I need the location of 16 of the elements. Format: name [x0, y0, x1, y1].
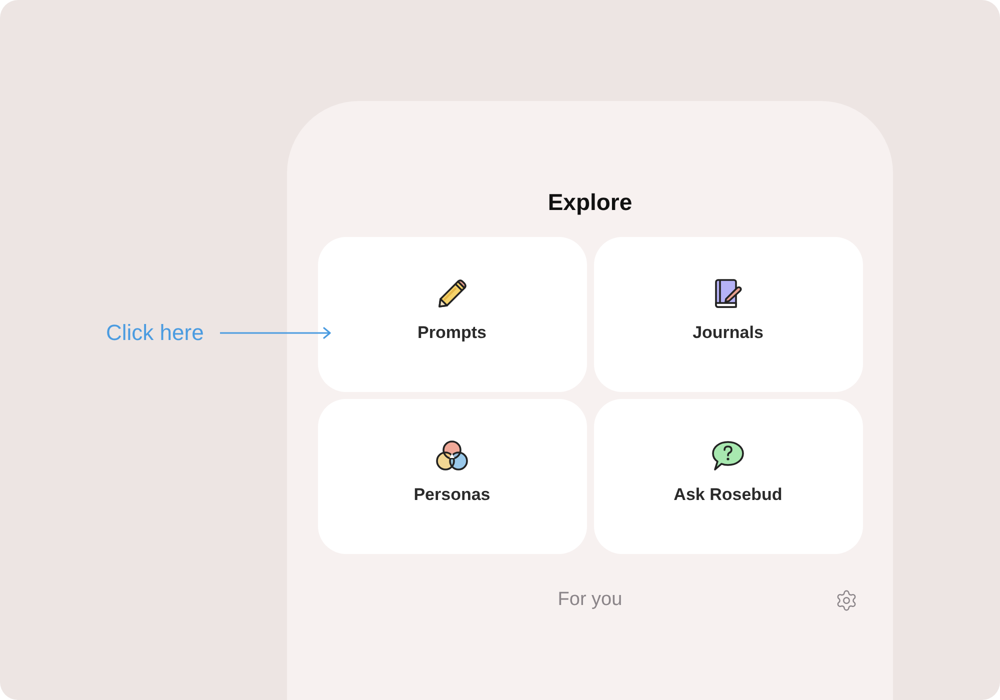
category-card[interactable]: Ask Rosebud: [594, 399, 862, 554]
card-label: Ask Rosebud: [674, 484, 782, 506]
venn-diagram-icon: [435, 440, 469, 472]
card-label: Journals: [692, 322, 764, 344]
screen-title: Explore: [548, 188, 632, 217]
card-label: Personas: [414, 484, 490, 506]
card-label: Prompts: [418, 322, 486, 344]
question-bubble-icon: [711, 440, 745, 472]
category-card[interactable]: Prompts: [318, 237, 586, 392]
category-card[interactable]: Personas: [318, 399, 586, 554]
settings-icon[interactable]: [835, 588, 858, 612]
category-card[interactable]: Journals: [594, 237, 862, 392]
book-icon: [712, 278, 744, 310]
callout-label: Click here: [106, 319, 204, 347]
arrow-icon: [220, 327, 332, 339]
pencil-icon: [436, 278, 468, 310]
